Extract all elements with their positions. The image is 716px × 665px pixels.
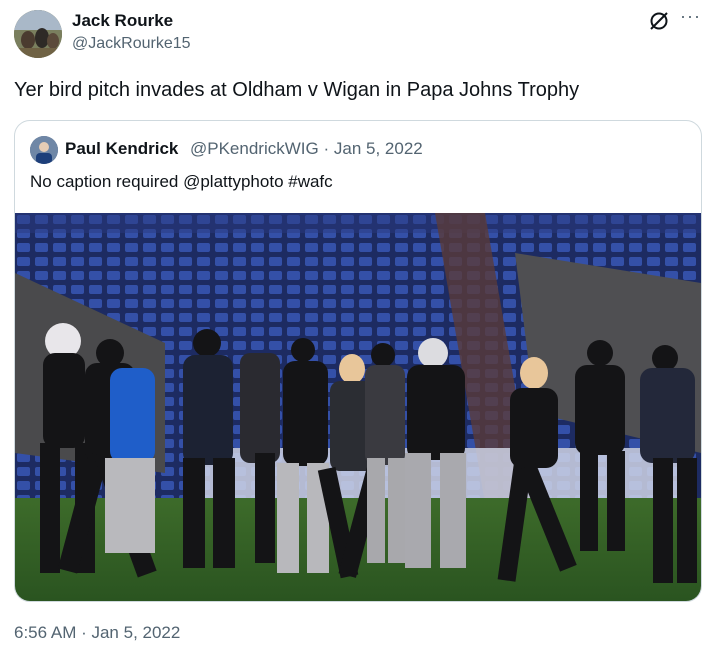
quote-date[interactable]: Jan 5, 2022 (334, 139, 423, 158)
quote-photo[interactable] (15, 213, 701, 601)
author-avatar[interactable] (14, 10, 62, 58)
author-name[interactable]: Jack Rourke (72, 11, 173, 31)
quote-author-handle[interactable]: @PKendrickWIG (190, 139, 319, 158)
quote-author-avatar[interactable] (30, 136, 58, 164)
quote-author-name[interactable]: Paul Kendrick (65, 139, 178, 159)
tweet-timestamp[interactable]: 6:56 AM · Jan 5, 2022 (14, 623, 180, 643)
more-icon[interactable]: ··· (680, 6, 701, 27)
meta-separator: · (323, 139, 330, 158)
quote-meta: @PKendrickWIG · Jan 5, 2022 (190, 139, 423, 159)
quoted-tweet[interactable]: Paul Kendrick @PKendrickWIG · Jan 5, 202… (14, 120, 702, 602)
quote-text: No caption required @plattyphoto #wafc (30, 172, 333, 191)
tweet-text: Yer bird pitch invades at Oldham v Wigan… (14, 79, 580, 101)
grok-icon[interactable] (648, 10, 670, 32)
author-handle[interactable]: @JackRourke15 (72, 35, 191, 53)
